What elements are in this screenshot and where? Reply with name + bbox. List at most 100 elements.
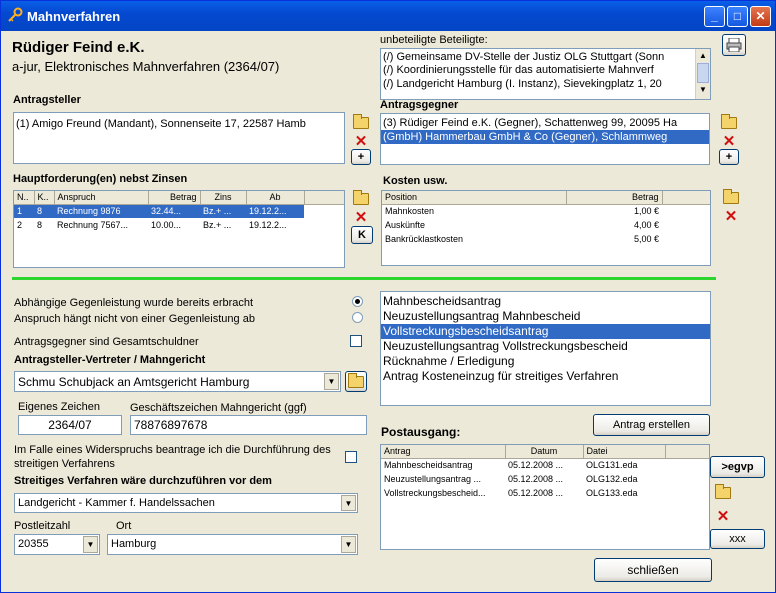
vertreter-select[interactable]: Schmu Schubjack an Amtsgericht Hamburg ▼ [14, 371, 341, 392]
app-key-icon [8, 7, 23, 22]
table-row[interactable]: Vollstreckungsbescheid... 05.12.2008 ...… [381, 486, 709, 500]
postausgang-table[interactable]: Antrag Datum Datei Mahnbescheidsantrag 0… [380, 444, 710, 550]
list-item[interactable]: Rücknahme / Erledigung [381, 354, 710, 369]
eigenes-zeichen-field[interactable]: 2364/07 [18, 415, 122, 435]
minimize-button[interactable]: _ [704, 6, 725, 27]
gegenleistung-erbracht-radio[interactable] [352, 296, 363, 307]
table-row[interactable]: Neuzustellungsantrag ... 05.12.2008 ... … [381, 472, 709, 486]
table-cell: 5,00 € [633, 234, 659, 244]
ort-label: Ort [116, 520, 132, 532]
gesamtschuldner-label: Antragsgegner sind Gesamtschuldner [14, 336, 199, 348]
table-cell-filler [662, 204, 710, 218]
antragsgegner-open-button[interactable] [719, 113, 739, 133]
postausgang-grid: Antrag Datum Datei Mahnbescheidsantrag 0… [381, 445, 709, 500]
hauptforderung-table[interactable]: N.. K.. Anspruch Betrag Zins Ab 1 8 Rech… [13, 190, 345, 268]
main-window: Mahnverfahren _ □ ✕ Rüdiger Feind e.K. a… [0, 0, 776, 593]
plus-icon: + [725, 151, 733, 163]
scroll-down-icon[interactable]: ▼ [696, 83, 710, 97]
table-cell-filler [662, 218, 710, 232]
postausgang-delete-button[interactable]: ✕ [713, 506, 733, 526]
kosten-grid: Position Betrag Mahnkosten 1,00 € Auskün… [382, 191, 710, 246]
widerspruch-checkbox[interactable] [345, 451, 357, 463]
scroll-thumb[interactable] [697, 63, 709, 83]
unbeteiligte-list[interactable]: (/) Gemeinsame DV-Stelle der Justiz OLG … [380, 48, 711, 100]
table-cell: 19.12.2... [246, 204, 304, 218]
chevron-down-icon[interactable]: ▼ [324, 373, 339, 390]
postausgang-open-button[interactable] [713, 483, 733, 503]
plz-select[interactable]: 20355 ▼ [14, 534, 100, 555]
unbeteiligte-scrollbar[interactable]: ▲ ▼ [695, 49, 710, 99]
mahngericht-zeichen-label: Geschäftszeichen Mahngericht (ggf) [130, 402, 307, 414]
kosten-open-button[interactable] [721, 188, 741, 208]
gesamtschuldner-checkbox[interactable] [350, 335, 362, 347]
chevron-down-icon[interactable]: ▼ [83, 536, 98, 553]
close-dialog-button[interactable]: schließen [594, 558, 712, 582]
antragsgegner-list[interactable]: (3) Rüdiger Feind e.K. (Gegner), Schatte… [380, 113, 710, 165]
print-button[interactable] [722, 34, 746, 56]
forderung-delete-button[interactable]: ✕ [351, 207, 371, 227]
table-row[interactable]: Bankrücklastkosten 5,00 € [382, 232, 710, 246]
list-item[interactable]: Neuzustellungsantrag Vollstreckungsbesch… [381, 339, 710, 354]
list-item[interactable]: Mahnbescheidsantrag [381, 294, 710, 309]
column-header[interactable]: N.. [14, 191, 35, 205]
antragsteller-delete-button[interactable]: ✕ [351, 131, 371, 151]
table-row[interactable]: Mahnkosten 1,00 € [382, 204, 710, 218]
list-item[interactable]: Antrag Kosteneinzug für streitiges Verfa… [381, 369, 710, 384]
column-header[interactable]: Antrag [381, 445, 506, 459]
chevron-down-icon[interactable]: ▼ [341, 495, 356, 511]
antragsteller-add-button[interactable]: + [351, 149, 371, 165]
list-item[interactable]: (3) Rüdiger Feind e.K. (Gegner), Schatte… [381, 114, 709, 130]
unbeteiligte-label: unbeteiligte Beteiligte: [380, 34, 488, 46]
gegenleistung-unabhaengig-radio[interactable] [352, 312, 363, 323]
streitig-select[interactable]: Landgericht - Kammer f. Handelssachen ▼ [14, 493, 358, 513]
folder-open-icon [723, 189, 739, 204]
client-area: Rüdiger Feind e.K. a-jur, Elektronisches… [4, 31, 772, 591]
column-header[interactable]: Anspruch [54, 191, 149, 205]
list-item[interactable]: (1) Amigo Freund (Mandant), Sonnenseite … [14, 113, 344, 131]
column-header[interactable]: Zins [200, 191, 247, 205]
ort-select[interactable]: Hamburg ▼ [107, 534, 358, 555]
xxx-button[interactable]: xxx [710, 529, 765, 549]
antragsteller-list[interactable]: (1) Amigo Freund (Mandant), Sonnenseite … [13, 112, 345, 164]
column-header[interactable]: Betrag [148, 191, 201, 205]
mahngericht-zeichen-field[interactable]: 78876897678 [130, 415, 367, 435]
list-item[interactable]: (GmbH) Hammerbau GmbH & Co (Gegner), Sch… [381, 130, 709, 144]
maximize-button[interactable]: □ [727, 6, 748, 27]
table-row[interactable]: 2 8 Rechnung 7567... 10.00... Bz.+ ... 1… [14, 218, 344, 232]
table-row[interactable]: Mahnbescheidsantrag 05.12.2008 ... OLG13… [381, 458, 709, 472]
column-header[interactable]: Betrag [566, 191, 663, 205]
close-button[interactable]: ✕ [750, 6, 771, 27]
printer-icon [726, 38, 742, 52]
antragsgegner-delete-button[interactable]: ✕ [719, 131, 739, 151]
delete-icon: ✕ [354, 132, 368, 150]
postausgang-label: Postausgang: [381, 425, 461, 439]
list-item[interactable]: (/) Landgericht Hamburg (I. Instanz), Si… [381, 77, 710, 91]
table-cell: 05.12.2008 ... [508, 488, 564, 498]
column-header[interactable]: Ab [246, 191, 305, 205]
table-row[interactable]: Auskünfte 4,00 € [382, 218, 710, 232]
chevron-down-icon[interactable]: ▼ [341, 536, 356, 553]
list-item-selected[interactable]: Vollstreckungsbescheidsantrag [381, 324, 710, 339]
kosten-table[interactable]: Position Betrag Mahnkosten 1,00 € Auskün… [381, 190, 711, 266]
scroll-up-icon[interactable]: ▲ [696, 49, 710, 63]
list-item[interactable]: (/) Koordinierungsstelle für das automat… [381, 63, 710, 77]
table-cell: Auskünfte [385, 220, 426, 230]
antragsgegner-add-button[interactable]: + [719, 149, 739, 165]
table-cell: 19.12.2... [249, 220, 287, 230]
vertreter-open-button[interactable] [345, 371, 367, 392]
list-item[interactable]: (/) Gemeinsame DV-Stelle der Justiz OLG … [381, 49, 710, 63]
egvp-button[interactable]: >egvp [710, 456, 765, 478]
table-row[interactable]: 1 8 Rechnung 9876 32.44... Bz.+ ... 19.1… [14, 204, 344, 218]
column-header[interactable]: Position [382, 191, 567, 205]
forderung-open-button[interactable] [351, 189, 371, 209]
k-button[interactable]: K [351, 226, 373, 244]
column-header[interactable]: Datei [583, 445, 666, 459]
column-header[interactable]: Datum [505, 445, 584, 459]
list-item[interactable]: Neuzustellungsantrag Mahnbescheid [381, 309, 710, 324]
antraege-list[interactable]: Mahnbescheidsantrag Neuzustellungsantrag… [380, 291, 711, 406]
antrag-erstellen-button[interactable]: Antrag erstellen [593, 414, 710, 436]
table-cell-filler [665, 472, 709, 486]
column-header[interactable]: K.. [34, 191, 55, 205]
kosten-delete-button[interactable]: ✕ [721, 206, 741, 226]
antragsteller-open-button[interactable] [351, 113, 371, 133]
